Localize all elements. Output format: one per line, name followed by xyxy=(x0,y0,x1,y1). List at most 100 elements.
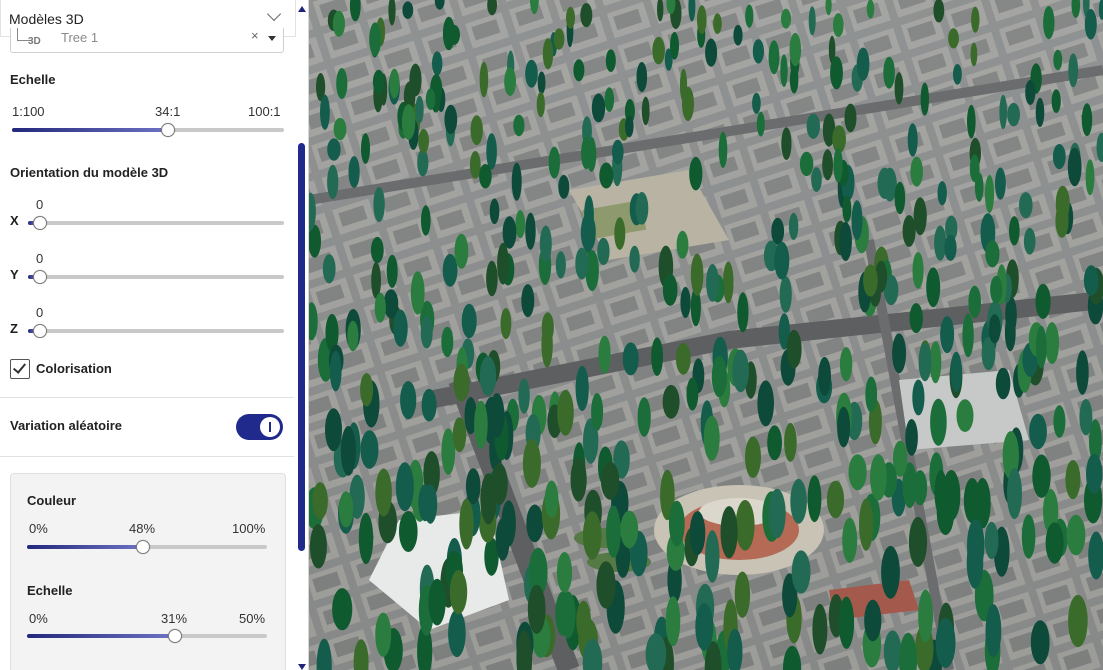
tree-model xyxy=(856,47,870,81)
tree-model xyxy=(883,56,895,89)
random-variation-toggle[interactable] xyxy=(236,414,283,440)
colorisation-checkbox[interactable] xyxy=(10,359,30,379)
tree-model xyxy=(349,0,361,22)
tree-model xyxy=(675,342,691,375)
tree-model xyxy=(690,253,704,296)
tree-model xyxy=(474,400,488,449)
orientation-label: Orientation du modèle 3D xyxy=(10,165,169,180)
tree-model xyxy=(604,87,615,112)
scrollbar-thumb[interactable] xyxy=(298,143,305,551)
tree-model xyxy=(790,478,807,524)
tree-model xyxy=(676,230,689,259)
tree-model xyxy=(526,504,544,543)
scale-min: 1:100 xyxy=(12,104,45,119)
clear-icon[interactable]: × xyxy=(251,28,259,43)
tree-model xyxy=(518,378,530,414)
tree-model xyxy=(1021,514,1036,559)
tree-model xyxy=(877,167,892,199)
tree-model xyxy=(918,589,933,643)
tree-model xyxy=(688,0,696,22)
y-axis-label: Y xyxy=(10,267,19,282)
variation-scale-value: 31% xyxy=(161,611,188,626)
tree-model xyxy=(788,212,799,240)
tree-model xyxy=(789,32,802,67)
x-slider[interactable] xyxy=(28,216,284,230)
panel-title: Modèles 3D xyxy=(9,11,84,27)
caret-down-icon[interactable] xyxy=(268,36,276,41)
tree-model xyxy=(340,426,356,476)
colorisation-label: Colorisation xyxy=(36,361,112,376)
tree-model xyxy=(1088,531,1103,580)
scale-slider-fill xyxy=(12,128,168,132)
tree-model xyxy=(418,484,433,522)
scale-slider-handle[interactable] xyxy=(161,123,175,137)
tree-model xyxy=(580,3,593,28)
tree-model xyxy=(818,356,831,396)
tree-model xyxy=(329,350,342,392)
variation-scale-label: Echelle xyxy=(27,583,73,598)
color-slider-handle[interactable] xyxy=(136,540,150,554)
tree-model xyxy=(591,93,606,123)
tree-model xyxy=(842,195,852,223)
tree-model xyxy=(735,500,755,551)
tree-model xyxy=(347,320,359,352)
tree-model xyxy=(950,351,962,392)
tree-model xyxy=(428,578,446,626)
tree-model xyxy=(469,151,481,179)
tree-model xyxy=(711,355,727,398)
tree-model xyxy=(670,31,679,60)
tree-model xyxy=(369,22,381,57)
tree-model xyxy=(591,393,604,431)
tree-model xyxy=(1030,620,1050,665)
tree-model xyxy=(515,210,526,239)
y-slider-handle[interactable] xyxy=(33,270,47,284)
tree-model xyxy=(811,167,822,192)
variation-scale-slider-handle[interactable] xyxy=(168,629,182,643)
tree-model xyxy=(636,62,648,92)
variation-scale-slider[interactable] xyxy=(27,629,267,643)
tree-model xyxy=(461,303,477,339)
tree-model xyxy=(1032,454,1051,498)
tree-model xyxy=(1023,227,1036,255)
tree-model xyxy=(598,335,611,374)
scroll-up-arrow-icon[interactable] xyxy=(298,6,306,12)
tree-model xyxy=(599,162,614,189)
3d-map-view[interactable] xyxy=(309,0,1103,670)
tree-model xyxy=(866,0,875,19)
z-slider[interactable] xyxy=(28,324,284,338)
tree-model xyxy=(374,292,386,323)
tree-model xyxy=(1029,413,1047,450)
tree-model xyxy=(1076,350,1089,395)
tree-model xyxy=(399,511,418,552)
chevron-down-icon[interactable] xyxy=(266,6,282,22)
tree-model xyxy=(825,0,832,16)
z-slider-handle[interactable] xyxy=(33,324,47,338)
tree-model xyxy=(838,596,855,649)
z-value: 0 xyxy=(36,305,44,320)
tree-model xyxy=(553,28,565,50)
tree-model xyxy=(525,212,536,250)
tree-model xyxy=(689,511,706,556)
tree-model xyxy=(908,516,928,567)
panel-scrollbar[interactable] xyxy=(296,0,309,670)
x-slider-handle[interactable] xyxy=(33,216,47,230)
model-select[interactable]: 3D Tree 1 × xyxy=(10,28,284,53)
tree-model xyxy=(905,419,918,456)
color-slider[interactable] xyxy=(27,540,267,554)
y-slider[interactable] xyxy=(28,270,284,284)
scale-slider[interactable] xyxy=(12,123,284,137)
tree-model xyxy=(420,316,433,349)
tree-model xyxy=(865,376,878,413)
tree-model xyxy=(995,367,1011,400)
tree-model xyxy=(894,72,904,105)
variation-subpanel: Couleur 0% 48% 100% Echelle 0% 31% 50% xyxy=(10,473,286,670)
scroll-down-arrow-icon[interactable] xyxy=(298,664,306,670)
tree-model xyxy=(570,457,587,502)
tree-model xyxy=(1081,103,1093,137)
tree-model xyxy=(918,342,932,382)
tree-model xyxy=(425,88,436,110)
tree-model xyxy=(1086,453,1103,495)
tree-model xyxy=(320,94,330,130)
tree-model xyxy=(444,104,458,134)
tree-model xyxy=(1004,314,1016,352)
